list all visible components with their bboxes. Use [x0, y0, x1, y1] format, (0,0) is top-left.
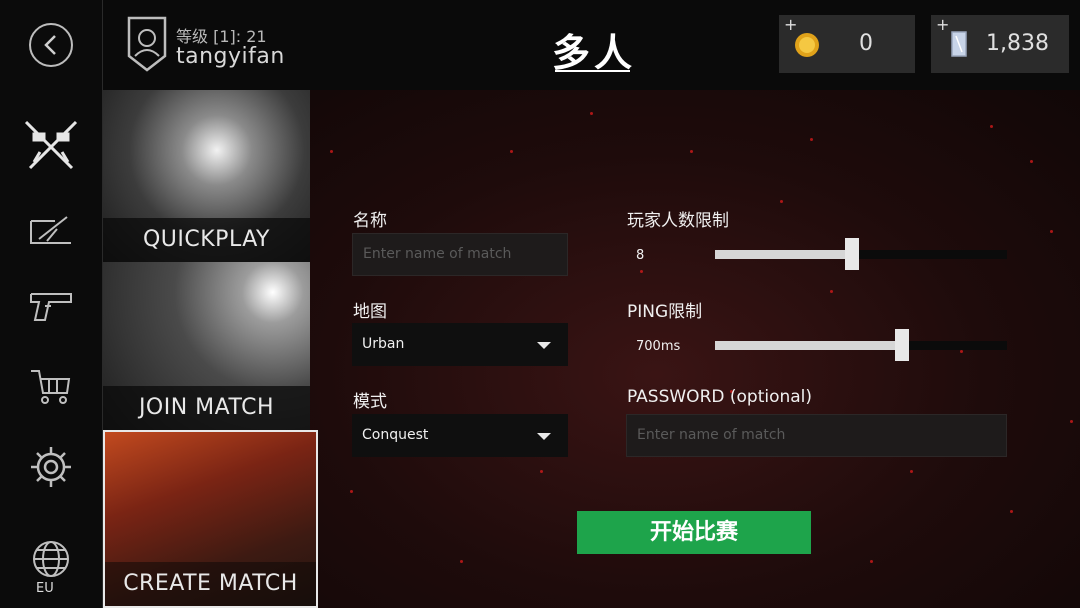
password-input[interactable]: Enter name of match [626, 414, 1007, 457]
nav-region[interactable] [20, 530, 82, 588]
players-limit-slider[interactable] [715, 238, 1007, 270]
nav-multiplayer[interactable] [20, 116, 82, 174]
match-name-input[interactable]: Enter name of match [352, 233, 568, 276]
players-limit-label: 玩家人数限制 [627, 211, 729, 231]
spark-particle [640, 270, 643, 273]
ping-limit-slider[interactable] [715, 329, 1007, 361]
spark-particle [870, 560, 873, 563]
spark-particle [1070, 420, 1073, 423]
gems-panel[interactable]: + 1,838 [931, 15, 1069, 73]
ping-limit-handle[interactable] [895, 329, 909, 361]
pistol-icon [30, 293, 72, 321]
chevron-down-icon [537, 342, 551, 349]
password-label: PASSWORD (optional) [627, 387, 813, 407]
players-limit-handle[interactable] [845, 238, 859, 270]
join-match-card[interactable]: JOIN MATCH [103, 262, 310, 430]
name-label: 名称 [353, 211, 387, 231]
spark-particle [810, 138, 813, 141]
nav-weapons[interactable] [20, 278, 82, 336]
ping-limit-label: PING限制 [627, 302, 703, 322]
coin-icon [795, 33, 819, 57]
spark-particle [910, 470, 913, 473]
spark-particle [1050, 230, 1053, 233]
spark-particle [540, 470, 543, 473]
spark-particle [350, 490, 353, 493]
nav-settings[interactable] [20, 438, 82, 496]
ping-limit-fill [715, 341, 902, 350]
spark-particle [590, 112, 593, 115]
map-select-value: Urban [362, 336, 405, 352]
players-limit-value: 8 [636, 248, 645, 263]
create-match-card[interactable]: CREATE MATCH [103, 430, 318, 608]
rank-badge-icon [127, 16, 167, 72]
back-icon [44, 35, 56, 55]
crossed-rifles-icon [24, 120, 78, 170]
quickplay-card[interactable]: QUICKPLAY [103, 90, 310, 262]
coins-value: 0 [859, 31, 873, 56]
gems-value: 1,838 [986, 31, 1049, 56]
spark-particle [460, 560, 463, 563]
players-limit-fill [715, 250, 852, 259]
crystal-icon [951, 31, 967, 57]
shopping-cart-icon [31, 370, 71, 404]
region-label: EU [36, 581, 54, 596]
quickplay-label: QUICKPLAY [103, 218, 310, 262]
spark-particle [960, 350, 963, 353]
globe-icon [33, 541, 69, 577]
coins-panel[interactable]: + 0 [779, 15, 915, 73]
join-match-label: JOIN MATCH [103, 386, 310, 430]
gear-icon [31, 447, 71, 487]
sidebar: EU [0, 0, 104, 608]
ping-limit-value: 700ms [636, 339, 681, 354]
spark-particle [780, 200, 783, 203]
title-underline [555, 70, 630, 72]
map-icon [30, 216, 71, 244]
spark-particle [1030, 160, 1033, 163]
start-match-button[interactable]: 开始比赛 [577, 511, 811, 554]
mode-select[interactable]: Conquest [352, 414, 568, 457]
page-title: 多人 [552, 31, 637, 75]
add-gems-icon[interactable]: + [936, 15, 949, 34]
spark-particle [330, 150, 333, 153]
chevron-down-icon [537, 433, 551, 440]
spark-particle [830, 290, 833, 293]
map-label: 地图 [353, 302, 387, 322]
spark-particle [510, 150, 513, 153]
spark-particle [690, 150, 693, 153]
nav-shop[interactable] [20, 358, 82, 416]
mode-select-value: Conquest [362, 427, 429, 443]
spark-particle [1010, 510, 1013, 513]
map-select[interactable]: Urban [352, 323, 568, 366]
back-button[interactable] [29, 23, 73, 67]
username: tangyifan [176, 44, 285, 69]
nav-maps[interactable] [20, 200, 82, 258]
create-match-label: CREATE MATCH [105, 562, 316, 606]
mode-label: 模式 [353, 392, 387, 412]
spark-particle [990, 125, 993, 128]
